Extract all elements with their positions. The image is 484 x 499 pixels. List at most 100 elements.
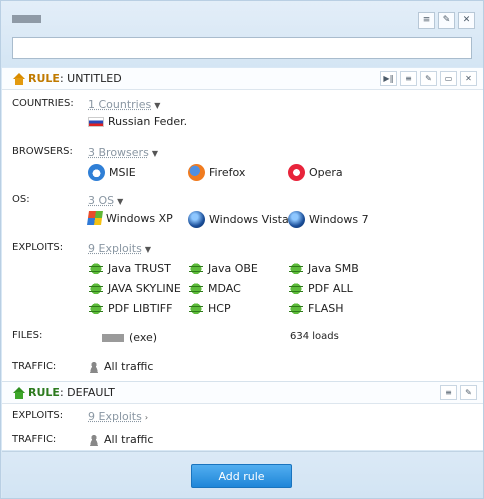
msie-icon (88, 164, 105, 181)
window-header: ≡ ✎ ✕ (1, 1, 483, 67)
rules-window: ≡ ✎ ✕ RULE: UNTITLED ▶‖ ≡ ✎ ▭ ✕ COUNTRIE… (0, 0, 484, 499)
russia-flag-icon (88, 116, 104, 127)
exploits-dropdown[interactable]: 9 Exploits ▼ (88, 242, 151, 255)
bug-icon (288, 280, 304, 296)
exploit-item: Java OBE (188, 260, 258, 276)
chevron-down-icon: ▼ (144, 245, 151, 254)
windows-7-icon (288, 211, 305, 228)
browser-item: MSIE (88, 164, 136, 181)
wrench-icon[interactable]: ✎ (420, 71, 437, 86)
wrench-icon[interactable]: ✎ (438, 12, 455, 29)
menu-icon[interactable]: ≡ (440, 385, 457, 400)
exploit-name: HCP (208, 301, 231, 315)
maximize-icon[interactable]: ▭ (440, 71, 457, 86)
menu-icon[interactable]: ≡ (418, 12, 435, 29)
exploit-item: Java SMB (288, 260, 359, 276)
country-item: Russian Feder. (88, 115, 187, 128)
firefox-icon (188, 164, 205, 181)
browser-name: MSIE (109, 166, 136, 179)
traffic-value: All traffic (88, 360, 153, 373)
rule-label: RULE (28, 72, 60, 85)
windows-xp-icon (87, 211, 103, 225)
file-loads-value: 634 loads (290, 331, 339, 342)
exploits-dropdown-label: 9 Exploits (88, 242, 142, 255)
close-icon[interactable]: ✕ (460, 71, 477, 86)
exploit-name: Java TRUST (108, 261, 171, 275)
exploit-name: FLASH (308, 301, 344, 315)
os-item: Windows Vista (188, 211, 289, 228)
browser-name: Firefox (209, 166, 246, 179)
browsers-dropdown[interactable]: 3 Browsers ▼ (88, 146, 158, 159)
country-name: Russian Feder. (108, 115, 188, 128)
browsers-dropdown-label: 3 Browsers (88, 146, 149, 159)
rule-label: RULE (28, 386, 60, 399)
exploit-item: PDF ALL (288, 280, 353, 296)
menu-icon[interactable]: ≡ (400, 71, 417, 86)
chevron-down-icon: ▼ (151, 149, 158, 158)
user-icon (88, 433, 100, 446)
exploits-dropdown-label: 9 Exploits (88, 410, 142, 423)
traffic-text: All traffic (104, 433, 154, 446)
browser-item: Opera (288, 164, 343, 181)
file-item[interactable]: (exe) (102, 331, 157, 344)
play-pause-icon[interactable]: ▶‖ (380, 71, 397, 86)
add-rule-button[interactable]: Add rule (191, 464, 292, 488)
os-dropdown[interactable]: 3 OS ▼ (88, 194, 123, 207)
chevron-down-icon: ▼ (154, 101, 161, 110)
os-name: Windows 7 (309, 213, 369, 226)
wrench-icon[interactable]: ✎ (460, 385, 477, 400)
exploit-name: JAVA SKYLINE (108, 281, 181, 295)
chevron-down-icon: ▼ (117, 197, 124, 206)
close-icon[interactable]: ✕ (458, 12, 475, 29)
os-name: Windows Vista (209, 213, 289, 226)
traffic-value: All traffic (88, 433, 153, 446)
user-icon (88, 360, 100, 373)
opera-icon (288, 164, 305, 181)
os-label: OS: (12, 194, 30, 205)
rule-separator: : (59, 386, 64, 399)
rule-panel-untitled: RULE: UNTITLED ▶‖ ≡ ✎ ▭ ✕ COUNTRIES: 1 C… (2, 68, 483, 381)
rule-name: DEFAULT (67, 386, 115, 399)
exploit-name: Java SMB (308, 261, 359, 275)
rule-controls: ≡ ✎ (440, 385, 477, 400)
exploit-name: PDF LIBTIFF (108, 301, 173, 315)
bug-icon (88, 300, 104, 316)
exploit-name: MDAC (208, 281, 241, 295)
window-title-redacted (12, 15, 41, 23)
rule-header[interactable]: RULE: UNTITLED ▶‖ ≡ ✎ ▭ ✕ (2, 68, 483, 90)
rule-controls: ▶‖ ≡ ✎ ▭ ✕ (380, 71, 477, 86)
os-item: Windows XP (87, 211, 173, 225)
exploit-item: FLASH (288, 300, 344, 316)
file-loads: 634 loads (290, 331, 339, 342)
file-name-redacted (102, 333, 124, 342)
rule-header[interactable]: RULE: DEFAULT ≡ ✎ (2, 382, 483, 404)
exploit-item: MDAC (188, 280, 241, 296)
files-label: FILES: (12, 330, 43, 341)
exploit-item: Java TRUST (88, 260, 171, 276)
countries-dropdown[interactable]: 1 Countries ▼ (88, 98, 160, 111)
browser-item: Firefox (188, 164, 245, 181)
file-ext: (exe) (129, 331, 158, 344)
exploits-dropdown[interactable]: 9 Exploits › (88, 410, 148, 423)
rule-separator: : (59, 72, 64, 85)
windows-vista-icon (188, 211, 205, 228)
bug-icon (88, 280, 104, 296)
home-icon (13, 386, 25, 399)
url-input[interactable] (12, 37, 472, 59)
os-item: Windows 7 (288, 211, 369, 228)
rule-panel-default: RULE: DEFAULT ≡ ✎ EXPLOITS: 9 Exploits › … (2, 381, 483, 450)
exploit-item: PDF LIBTIFF (88, 300, 172, 316)
os-dropdown-label: 3 OS (88, 194, 115, 207)
chevron-right-icon: › (144, 413, 149, 422)
exploit-item: HCP (188, 300, 231, 316)
os-name: Windows XP (106, 211, 173, 225)
exploits-label: EXPLOITS: (12, 410, 64, 421)
traffic-label: TRAFFIC: (12, 361, 57, 372)
countries-dropdown-label: 1 Countries (88, 98, 152, 111)
exploit-name: PDF ALL (308, 281, 353, 295)
rule-name: UNTITLED (67, 72, 122, 85)
window-controls: ≡ ✎ ✕ (418, 12, 475, 29)
bug-icon (288, 300, 304, 316)
traffic-text: All traffic (104, 360, 154, 373)
exploit-name: Java OBE (208, 261, 258, 275)
